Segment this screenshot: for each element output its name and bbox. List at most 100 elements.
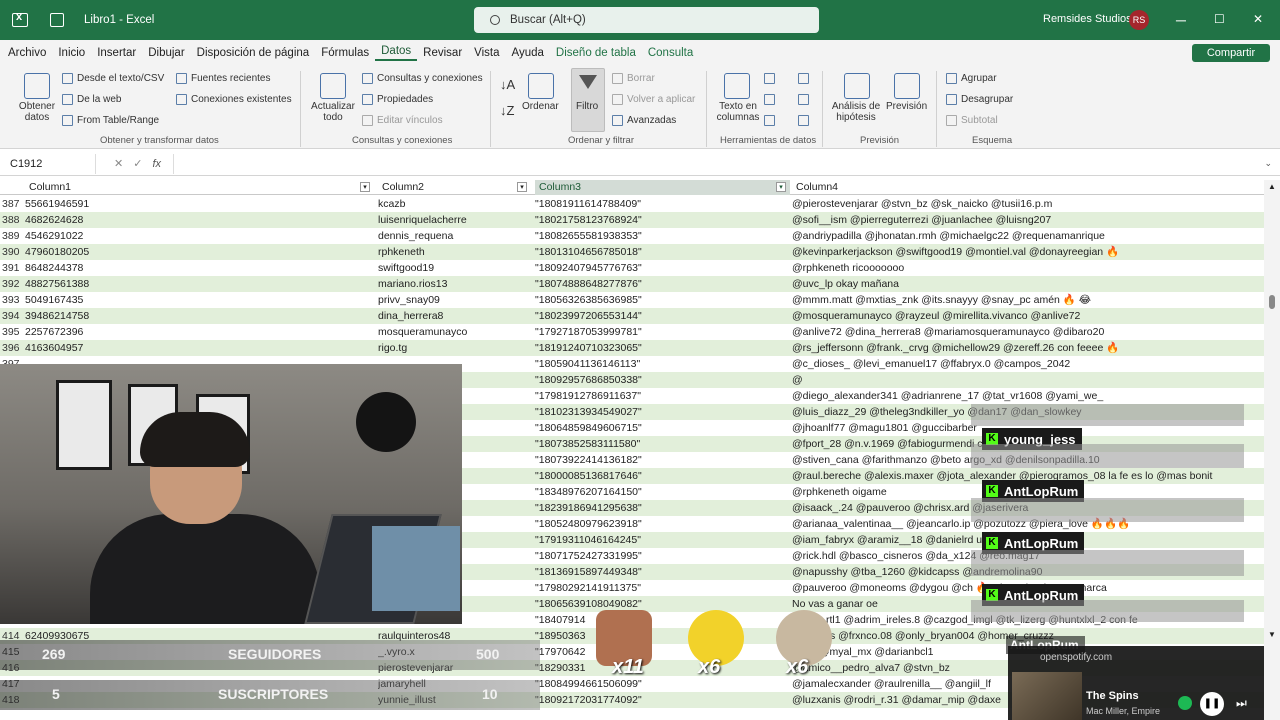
cell-column3[interactable]: "18092172031774092" (535, 692, 785, 708)
formula-input[interactable] (173, 153, 1264, 174)
cell-column4[interactable]: @mosqueramunayco @rayzeul @mirellita.viv… (792, 308, 1264, 324)
data-model-icon[interactable] (798, 115, 813, 126)
tab-consulta[interactable]: Consulta (642, 47, 699, 59)
header-column4[interactable]: Column4 (792, 180, 872, 195)
expand-formula-icon[interactable]: ⌄ (1264, 158, 1272, 169)
cell-column3[interactable]: "18071752427331995" (535, 548, 785, 564)
tab-formulas[interactable]: Fórmulas (315, 47, 375, 59)
cell-column2[interactable]: swiftgood19 (378, 260, 530, 276)
table-row[interactable]: 390 47960180205 rphkeneth "1801310465678501… (0, 244, 1264, 260)
cell-column4[interactable]: @rs_jeffersonn @frank._crvg @michellow29… (792, 340, 1264, 356)
cell-column4[interactable]: @mmm.matt @mxtias_znk @its.snayyy @snay_… (792, 292, 1264, 308)
cell-column2[interactable]: rphkeneth (378, 244, 530, 260)
scroll-up-icon[interactable]: ▲ (1268, 182, 1276, 191)
cell-column3[interactable]: "17980292141911375" (535, 580, 785, 596)
ungroup-button[interactable]: Desagrupar (946, 94, 1013, 105)
cell-column3[interactable]: "18059041136146113" (535, 356, 785, 372)
filter-dropdown-icon[interactable]: ▾ (517, 182, 527, 192)
what-if-button[interactable]: Análisis de hipótesis (830, 101, 882, 123)
row-number[interactable]: 388 (0, 212, 24, 228)
cell-column3[interactable]: "18073852583111580" (535, 436, 785, 452)
tab-diseno-tabla[interactable]: Diseño de tabla (550, 47, 642, 59)
edit-links-button[interactable]: Editar vínculos (362, 115, 443, 126)
table-row[interactable]: 389 4546291022 dennis_requena "180826555819… (0, 228, 1264, 244)
cell-column3[interactable]: "18348976207164150" (535, 484, 785, 500)
cell-column3[interactable]: "18290331 (535, 660, 785, 676)
cell-column4[interactable]: @c_dioses_ @levi_emanuel17 @ffabryx.0 @c… (792, 356, 1264, 372)
sort-asc-icon[interactable]: ↓A (500, 77, 515, 92)
cell-column4[interactable]: @sofi__ism @pierreguterrezi @juanlachee … (792, 212, 1264, 228)
liked-check-icon[interactable] (1178, 696, 1192, 710)
clear-filter-button[interactable]: Borrar (612, 73, 655, 84)
cell-column4[interactable]: @uvc_lp okay mañana (792, 276, 1264, 292)
cell-column1[interactable]: 5049167435 (25, 292, 373, 308)
pause-icon[interactable]: ❚❚ (1200, 692, 1224, 716)
tab-vista[interactable]: Vista (468, 47, 505, 59)
row-number[interactable]: 391 (0, 260, 24, 276)
cell-column3[interactable]: "17927187053999781" (535, 324, 785, 340)
table-row[interactable]: 396 4163604957 rigo.tg "18191240710323065" @… (0, 340, 1264, 356)
cell-column2[interactable]: rigo.tg (378, 340, 530, 356)
table-row[interactable]: 391 8648244378 swiftgood19 "180924079457767… (0, 260, 1264, 276)
vertical-scrollbar[interactable]: ▲ ▼ (1264, 180, 1280, 720)
advanced-filter-button[interactable]: Avanzadas (612, 115, 676, 126)
sort-desc-icon[interactable]: ↓Z (500, 103, 514, 118)
cell-column4[interactable]: @diego_alexander341 @adrianrene_17 @tat_… (792, 388, 1264, 404)
tab-insertar[interactable]: Insertar (91, 47, 142, 59)
table-row[interactable]: 392 48827561388 mariano.rios13 "18074888648… (0, 276, 1264, 292)
filter-button[interactable]: Filtro (571, 68, 605, 132)
tab-ayuda[interactable]: Ayuda (506, 47, 550, 59)
cell-column3[interactable]: "18102313934549027" (535, 404, 785, 420)
cell-column1[interactable]: 2257672396 (25, 324, 373, 340)
cell-column3[interactable]: "18021758123768924" (535, 212, 785, 228)
user-name[interactable]: Remsides Studios (1043, 13, 1132, 25)
tab-archivo[interactable]: Archivo (2, 47, 52, 59)
cell-column3[interactable]: "18065639108049082" (535, 596, 785, 612)
filter-dropdown-icon[interactable]: ▾ (360, 182, 370, 192)
row-number[interactable]: 389 (0, 228, 24, 244)
remove-duplicates-icon[interactable] (764, 94, 779, 105)
cell-column3[interactable]: "18950363 (535, 628, 785, 644)
cell-column4[interactable]: @pierostevenjarar @stvn_bz @sk_naicko @t… (792, 196, 1264, 212)
search-box[interactable]: Buscar (Alt+Q) (474, 7, 819, 33)
sort-button[interactable]: Ordenar (522, 101, 559, 112)
cell-column4[interactable]: @rphkeneth ricooooooo (792, 260, 1264, 276)
cell-column4[interactable]: @kevinparkerjackson @swiftgood19 @montie… (792, 244, 1264, 260)
cell-column3[interactable]: "18074888648277876" (535, 276, 785, 292)
row-number[interactable]: 393 (0, 292, 24, 308)
filter-dropdown-icon[interactable]: ▾ (776, 182, 786, 192)
cell-column2[interactable]: privv_snay09 (378, 292, 530, 308)
from-table-button[interactable]: From Table/Range (62, 115, 159, 126)
row-number[interactable]: 392 (0, 276, 24, 292)
cell-column3[interactable]: "17919311046164245" (535, 532, 785, 548)
close-icon[interactable]: ✕ (1253, 12, 1263, 26)
name-box[interactable]: C1912 (4, 153, 96, 174)
cell-column3[interactable]: "18013104656785018" (535, 244, 785, 260)
cell-column4[interactable]: @anlive72 @dina_herrera8 @mariamosqueram… (792, 324, 1264, 340)
cell-column1[interactable]: 4163604957 (25, 340, 373, 356)
cell-column3[interactable]: "18082655581938353" (535, 228, 785, 244)
cell-column1[interactable]: 4546291022 (25, 228, 373, 244)
tab-datos[interactable]: Datos (375, 45, 418, 61)
cell-column4[interactable]: @andriypadilla @jhonatan.rmh @michaelgc2… (792, 228, 1264, 244)
cell-column3[interactable]: "17981912786911637" (535, 388, 785, 404)
row-number[interactable]: 396 (0, 340, 24, 356)
cell-column2[interactable]: luisenriquelacherre (378, 212, 530, 228)
cell-column3[interactable]: "18407914 (535, 612, 785, 628)
row-number[interactable]: 387 (0, 196, 24, 212)
cell-column3[interactable]: "18073922414136182" (535, 452, 785, 468)
avatar[interactable]: RS (1129, 10, 1149, 30)
existing-connections-button[interactable]: Conexiones existentes (176, 94, 292, 105)
tab-inicio[interactable]: Inicio (52, 47, 91, 59)
cell-column2[interactable]: dina_herrera8 (378, 308, 530, 324)
cell-column3[interactable]: "18084994661506099" (535, 676, 785, 692)
cell-column3[interactable]: "18081911614788409" (535, 196, 785, 212)
cell-column1[interactable]: 8648244378 (25, 260, 373, 276)
cell-column1[interactable]: 39486214758 (25, 308, 373, 324)
properties-button[interactable]: Propiedades (362, 94, 433, 105)
maximize-icon[interactable]: ☐ (1214, 12, 1225, 26)
cell-column3[interactable]: "18136915897449348" (535, 564, 785, 580)
tab-disposicion[interactable]: Disposición de página (191, 47, 316, 59)
cell-column3[interactable]: "17970642 (535, 644, 785, 660)
cell-column3[interactable]: "18023997206553144" (535, 308, 785, 324)
